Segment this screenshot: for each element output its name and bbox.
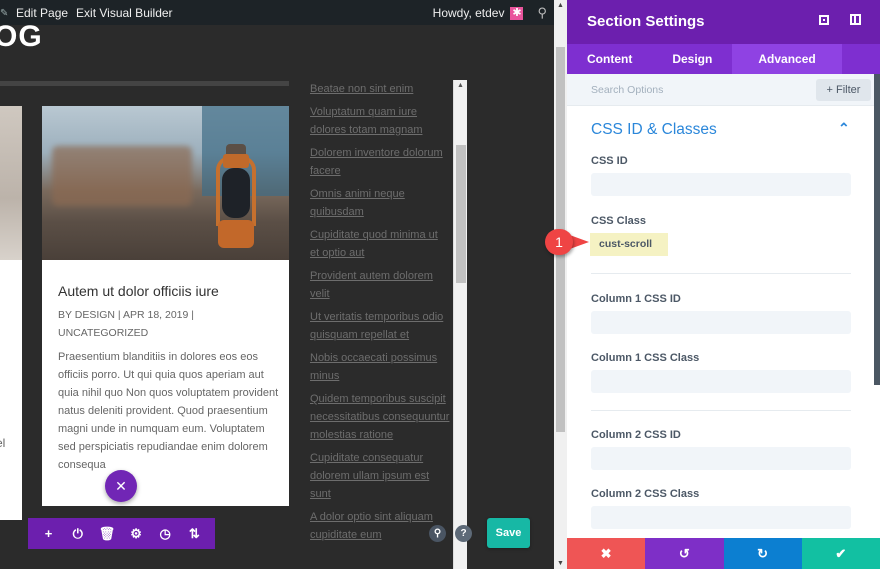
list-item[interactable]: Voluptatum quam iure dolores totam magna… [310,103,450,139]
tab-content[interactable]: Content [567,44,652,74]
scroll-up-arrow-icon[interactable]: ▲ [557,2,564,9]
panel-scrollbar[interactable] [874,74,880,385]
dock-sidebar-icon[interactable] [848,14,862,28]
list-item[interactable]: A dolor optio sint aliquam cupiditate eu… [310,508,450,544]
exit-visual-builder-link[interactable]: Exit Visual Builder [76,6,173,20]
panel-title: Section Settings [587,13,705,30]
panel-header: Section Settings [567,0,880,44]
column-2-css-id-input[interactable] [591,447,851,470]
column-2-css-class-input[interactable] [591,506,851,529]
search-options[interactable]: Search Options + Filter [567,74,880,106]
list-item[interactable]: Ut veritatis temporibus odio quisquam re… [310,308,450,344]
close-module-button[interactable]: ✕ [105,470,137,502]
zoom-button[interactable]: ⚲ [429,525,446,542]
search-icon[interactable]: ⚲ [537,5,547,21]
discard-button[interactable]: ✖ [567,538,646,569]
css-class-label: CSS Class [591,215,647,227]
list-item[interactable]: Nobis occaecati possimus minus [310,349,450,385]
post-meta: BY DESIGN | APR 18, 2019 | UNCATEGORIZED [58,309,194,339]
post-title[interactable]: Autem ut dolor officiis iure [58,283,219,299]
column-1-css-class-input[interactable] [591,370,851,393]
list-item[interactable]: Quidem temporibus suscipit necessitatibu… [310,390,450,444]
post-excerpt-fragment: el [0,436,6,450]
list-item[interactable]: Beatae non sint enim [310,80,450,98]
trash-icon[interactable]: 🗑 [96,526,118,542]
save-button[interactable]: Save [487,518,530,548]
history-icon[interactable]: ◷ [154,526,176,542]
scroll-up-arrow-icon[interactable]: ▲ [457,82,464,89]
divider [0,81,289,86]
page-scrollbar[interactable]: ▲ ▼ [554,0,567,569]
filter-button[interactable]: + Filter [816,79,871,101]
visual-builder: ✎ Edit Page Exit Visual Builder Howdy, e… [0,0,880,569]
list-item[interactable]: Cupiditate consequatur dolorem ullam ips… [310,449,450,503]
lantern-illustration [216,144,256,254]
list-item[interactable]: Cupiditate quod minima ut et optio aut [310,226,450,262]
tab-design[interactable]: Design [652,44,732,74]
annotation-number: 1 [545,229,573,255]
power-icon[interactable]: ⏻ [67,526,89,542]
redo-button[interactable]: ↻ [723,538,802,569]
post-card: Autem ut dolor officiis iure BY DESIGN |… [42,106,289,506]
recent-posts-list: Beatae non sint enim Voluptatum quam iur… [310,80,450,549]
sort-icon[interactable]: ⇅ [183,526,205,542]
column-2-css-class-label: Column 2 CSS Class [591,488,700,500]
column-1-css-class-label: Column 1 CSS Class [591,352,700,364]
add-icon[interactable]: + [38,526,60,541]
column-1-css-id-label: Column 1 CSS ID [591,293,681,305]
divider [591,273,851,274]
tab-advanced[interactable]: Advanced [732,44,842,74]
post-excerpt: Praesentium blanditiis in dolores eos eo… [58,351,279,471]
list-item[interactable]: Omnis animi neque quibusdam [310,185,450,221]
list-item[interactable]: Provident autem dolorem velit [310,267,450,303]
column-1-css-id-input[interactable] [591,311,851,334]
help-button[interactable]: ? [455,525,472,542]
post-card-partial: el [0,106,22,520]
settings-tabs: Content Design Advanced [567,44,880,74]
page-title: OG [0,20,43,53]
gear-icon[interactable]: ⚙ [125,526,147,542]
css-id-input[interactable] [591,173,851,196]
expand-icon[interactable] [817,14,831,28]
howdy-user[interactable]: Howdy, etdev [433,6,505,20]
panel-footer: ✖ ↺ ↻ ✔ [567,538,880,569]
column-2-css-id-label: Column 2 CSS ID [591,429,681,441]
module-toolbar: + ⏻ 🗑 ⚙ ◷ ⇅ [28,518,215,549]
wp-admin-bar: ✎ Edit Page Exit Visual Builder Howdy, e… [0,0,555,25]
section-settings-panel: Section Settings Content Design Advanced… [567,0,880,569]
divider [591,410,851,411]
annotation-callout: 1 [545,229,591,255]
scrollbar-thumb[interactable] [456,145,466,283]
css-id-label: CSS ID [591,155,628,167]
undo-button[interactable]: ↺ [645,538,724,569]
chevron-up-icon[interactable]: ⌃ [838,120,850,137]
edit-page-link[interactable]: Edit Page [16,6,68,20]
list-item[interactable]: Dolorem inventore dolorum facere [310,144,450,180]
inner-scrollbar[interactable]: ▲ [453,80,467,569]
scroll-down-arrow-icon[interactable]: ▼ [557,560,564,567]
css-class-input[interactable]: cust-scroll [591,233,851,256]
section-toggle-title[interactable]: CSS ID & Classes [591,121,717,139]
post-image-lantern[interactable] [42,106,289,260]
post-image [0,106,22,260]
save-settings-button[interactable]: ✔ [801,538,880,569]
edit-pencil-icon: ✎ [0,7,8,19]
avatar[interactable]: ✱ [510,6,524,20]
search-options-input[interactable]: Search Options [591,84,663,96]
